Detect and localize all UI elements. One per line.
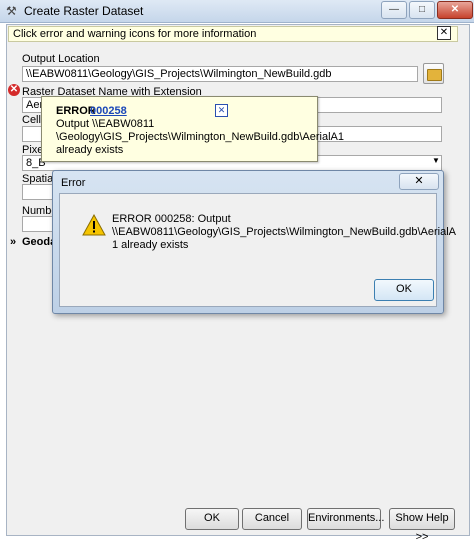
maximize-button[interactable]: □ xyxy=(409,1,435,19)
info-banner: Click error and warning icons for more i… xyxy=(8,26,458,42)
window-titlebar: ⚒ Create Raster Dataset — □ ✕ xyxy=(0,0,474,23)
warning-icon xyxy=(82,214,106,236)
output-location-label: Output Location xyxy=(22,53,100,65)
error-code-link[interactable]: 000258 xyxy=(90,105,127,117)
tooltip-line: already exists xyxy=(56,144,124,156)
browse-folder-button[interactable] xyxy=(423,63,444,84)
environments-button[interactable]: Environments... xyxy=(307,508,384,530)
ok-button[interactable]: OK xyxy=(185,508,239,530)
error-message-line: ERROR 000258: Output xyxy=(112,213,231,225)
error-ok-button[interactable]: OK xyxy=(374,279,434,301)
error-message-line: 1 already exists xyxy=(112,239,189,251)
close-window-button[interactable]: ✕ xyxy=(437,1,473,19)
error-icon[interactable]: ✕ xyxy=(8,84,20,96)
folder-icon xyxy=(427,69,442,81)
tool-icon: ⚒ xyxy=(6,4,17,18)
error-dialog: Error ✕ ERROR 000258: Output \\EABW0811\… xyxy=(52,170,456,314)
error-dialog-body: ERROR 000258: Output \\EABW0811\Geology\… xyxy=(59,193,456,307)
error-message-line: \\EABW0811\Geology\GIS_Projects\Wilmingt… xyxy=(112,226,457,238)
cancel-button[interactable]: Cancel xyxy=(242,508,302,530)
banner-close-icon[interactable]: ✕ xyxy=(437,26,451,40)
error-dialog-title: Error xyxy=(61,177,86,189)
minimize-button[interactable]: — xyxy=(381,1,407,19)
dropdown-arrow-icon[interactable]: ▼ xyxy=(432,156,440,165)
tooltip-line: Output \\EABW0811 xyxy=(56,118,155,130)
output-location-input[interactable]: \\EABW0811\Geology\GIS_Projects\Wilmingt… xyxy=(22,66,418,82)
error-tooltip: ERROR 000258 ✕ Output \\EABW0811 \Geolog… xyxy=(41,96,344,162)
show-help-button[interactable]: Show Help >> xyxy=(389,508,455,543)
window-title: Create Raster Dataset xyxy=(24,4,144,18)
chevron-down-icon[interactable]: » xyxy=(10,236,16,248)
tooltip-close-icon[interactable]: ✕ xyxy=(215,104,228,117)
error-dialog-close-button[interactable]: ✕ xyxy=(399,173,439,190)
tooltip-line: \Geology\GIS_Projects\Wilmington_NewBuil… xyxy=(56,131,344,143)
